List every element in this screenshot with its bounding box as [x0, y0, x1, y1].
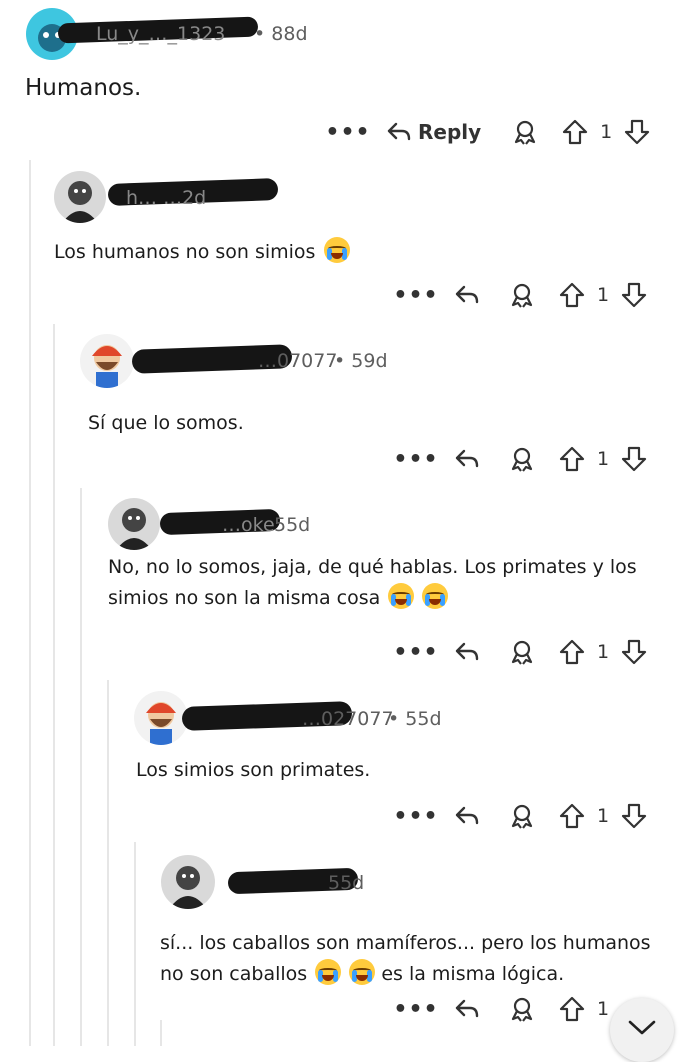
username[interactable]: …oke [222, 514, 275, 536]
vote-count: 1 [596, 805, 610, 827]
comment-age: • 88d [254, 23, 308, 45]
thread-line-1[interactable] [29, 160, 31, 1046]
thread-line-5[interactable] [134, 842, 136, 1046]
comment-body: Humanos. [25, 75, 142, 101]
crying-emoji [349, 959, 376, 985]
vote-count: 1 [600, 121, 613, 143]
crying-emoji [323, 237, 350, 263]
username[interactable]: Lu_y_…_1323 [96, 23, 225, 45]
avatar[interactable] [80, 334, 134, 388]
downvote-icon[interactable] [620, 802, 648, 830]
thread-line-6[interactable] [160, 1020, 162, 1046]
avatar[interactable] [161, 855, 215, 909]
chevron-down-icon [626, 1016, 658, 1038]
thread-line-4[interactable] [107, 680, 109, 1046]
comment-actions: ••• 1 [393, 443, 648, 475]
comment-actions: ••• Reply 1 [325, 116, 651, 148]
upvote-icon[interactable] [561, 118, 589, 146]
vote-count: 1 [596, 641, 610, 663]
reply-icon[interactable] [454, 447, 480, 471]
crying-emoji [422, 583, 449, 609]
vote-count: 1 [596, 284, 610, 306]
downvote-icon[interactable] [620, 281, 648, 309]
comment-actions: ••• 1 [393, 993, 620, 1025]
reply-button[interactable]: Reply [386, 120, 481, 144]
comment-age: • 55d [388, 708, 442, 730]
crying-emoji [388, 583, 415, 609]
comment-age: 55d [274, 514, 311, 536]
comment-actions: ••• 1 [393, 279, 648, 311]
downvote-icon[interactable] [620, 445, 648, 473]
more-icon[interactable]: ••• [325, 120, 369, 145]
award-icon[interactable] [508, 638, 536, 666]
comment-body: No, no lo somos, jaja, de qué hablas. Lo… [108, 556, 637, 609]
comment-body: Los simios son primates. [136, 759, 371, 781]
upvote-icon[interactable] [558, 995, 586, 1023]
avatar[interactable] [134, 691, 188, 745]
award-icon[interactable] [508, 281, 536, 309]
username[interactable]: …07077 [258, 350, 337, 372]
comment-actions: ••• 1 [393, 800, 648, 832]
more-icon[interactable]: ••• [393, 447, 437, 472]
reply-icon[interactable] [454, 640, 480, 664]
comment-body: Los humanos no son simios [54, 237, 350, 268]
upvote-icon[interactable] [558, 445, 586, 473]
reply-icon[interactable] [454, 804, 480, 828]
downvote-icon[interactable] [620, 638, 648, 666]
award-icon[interactable] [511, 118, 539, 146]
username[interactable]: h… …2d [126, 187, 206, 209]
more-icon[interactable]: ••• [393, 640, 437, 665]
more-icon[interactable]: ••• [393, 804, 437, 829]
crying-emoji [315, 959, 342, 985]
vote-count: 1 [596, 448, 610, 470]
award-icon[interactable] [508, 445, 536, 473]
comment-body: Sí que lo somos. [88, 412, 244, 434]
award-icon[interactable] [508, 995, 536, 1023]
username[interactable]: …027077 [302, 708, 394, 730]
upvote-icon[interactable] [558, 281, 586, 309]
reply-icon[interactable] [454, 997, 480, 1021]
comment-actions: ••• 1 [393, 636, 648, 668]
reply-icon [386, 120, 412, 144]
thread-line-2[interactable] [53, 324, 55, 1046]
award-icon[interactable] [508, 802, 536, 830]
more-icon[interactable]: ••• [393, 997, 437, 1022]
avatar[interactable] [54, 171, 106, 223]
more-icon[interactable]: ••• [393, 283, 437, 308]
thread-line-3[interactable] [80, 488, 82, 1046]
upvote-icon[interactable] [558, 638, 586, 666]
comment-age: 55d [328, 872, 365, 894]
upvote-icon[interactable] [558, 802, 586, 830]
reply-label: Reply [418, 120, 482, 144]
scroll-down-button[interactable] [610, 998, 674, 1062]
comment-age: • 59d [334, 350, 388, 372]
avatar[interactable] [108, 498, 160, 550]
downvote-icon[interactable] [623, 118, 651, 146]
reply-icon[interactable] [454, 283, 480, 307]
comment-body: sí... los caballos son mamíferos... pero… [160, 932, 651, 985]
